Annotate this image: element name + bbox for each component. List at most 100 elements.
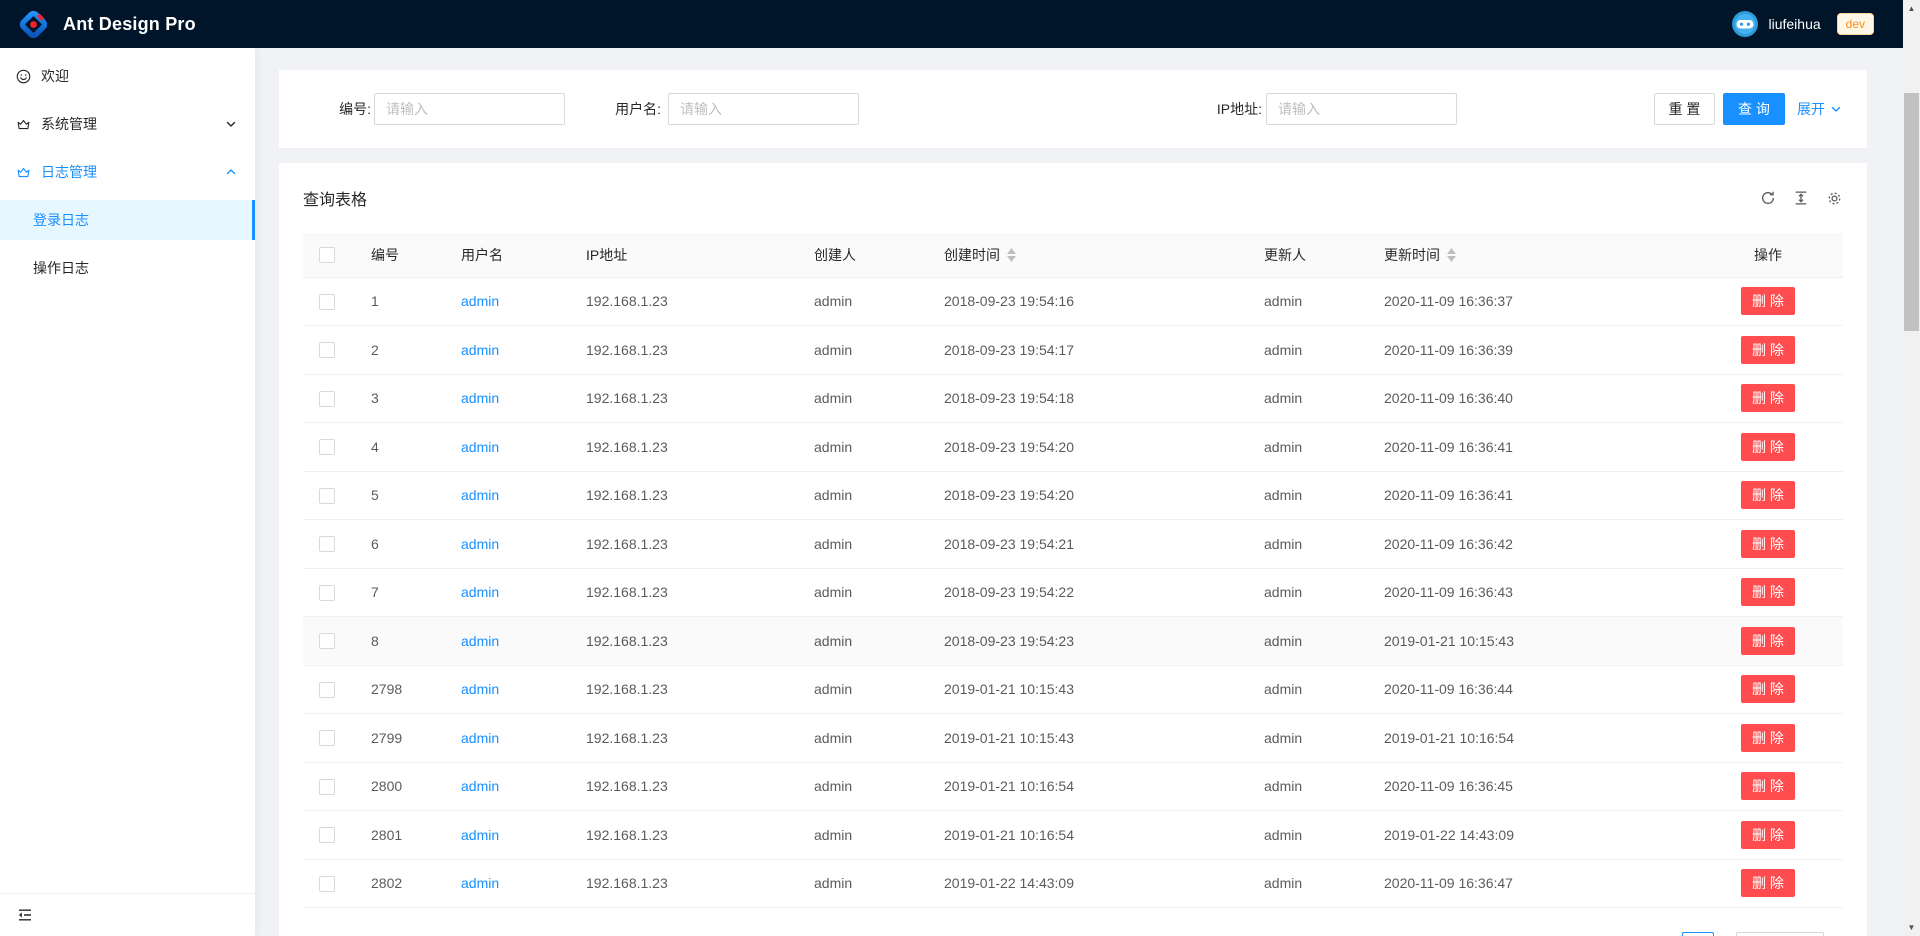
chevron-down-icon: [1830, 103, 1842, 115]
sidebar-item-system-management[interactable]: 系统管理: [0, 104, 255, 144]
delete-button[interactable]: 删 除: [1741, 772, 1795, 800]
cell-updater: admin: [1248, 617, 1368, 666]
expand-link[interactable]: 展开: [1797, 93, 1842, 125]
menu-fold-icon[interactable]: [17, 907, 33, 923]
cell-id: 1: [355, 277, 445, 326]
table-row: 7 admin 192.168.1.23 admin 2018-09-23 19…: [303, 568, 1843, 617]
delete-button[interactable]: 删 除: [1741, 578, 1795, 606]
row-checkbox[interactable]: [319, 682, 335, 698]
cell-creator: admin: [798, 811, 928, 860]
delete-button[interactable]: 删 除: [1741, 433, 1795, 461]
row-checkbox[interactable]: [319, 730, 335, 746]
cell-id: 2801: [355, 811, 445, 860]
delete-button[interactable]: 删 除: [1741, 821, 1795, 849]
cell-create-time: 2018-09-23 19:54:18: [928, 374, 1248, 423]
column-header-update-time[interactable]: 更新时间: [1368, 233, 1693, 277]
column-header-create-time[interactable]: 创建时间: [928, 233, 1248, 277]
username-link[interactable]: admin: [461, 487, 499, 503]
query-table: 编号 用户名 IP地址 创建人 创建时间 更新人 更新时: [303, 233, 1843, 908]
pagination-size-select[interactable]: [1736, 932, 1824, 936]
ip-field-label: IP地址:: [1162, 93, 1262, 125]
username-link[interactable]: admin: [461, 536, 499, 552]
sidebar-item-welcome[interactable]: 欢迎: [0, 56, 255, 96]
pagination-page-button[interactable]: [1682, 932, 1714, 936]
username-label[interactable]: liufeihua: [1768, 16, 1820, 32]
cell-ip: 192.168.1.23: [570, 811, 798, 860]
username-field-label: 用户名:: [561, 93, 661, 125]
cell-updater: admin: [1248, 714, 1368, 763]
username-link[interactable]: admin: [461, 875, 499, 891]
column-header-label: 创建时间: [944, 245, 1000, 265]
sidebar: 欢迎 系统管理 日志管理 登录日志: [0, 48, 255, 936]
row-checkbox[interactable]: [319, 633, 335, 649]
settings-gear-icon[interactable]: [1826, 190, 1843, 207]
cell-create-time: 2018-09-23 19:54:17: [928, 326, 1248, 375]
delete-button[interactable]: 删 除: [1741, 724, 1795, 752]
env-tag: dev: [1837, 13, 1874, 35]
row-checkbox[interactable]: [319, 827, 335, 843]
query-button[interactable]: 查 询: [1723, 93, 1785, 125]
reload-icon[interactable]: [1760, 190, 1776, 206]
vertical-scrollbar[interactable]: ▲ ▼: [1903, 0, 1920, 936]
row-checkbox[interactable]: [319, 876, 335, 892]
username-link[interactable]: admin: [461, 827, 499, 843]
scroll-up-arrow-icon[interactable]: ▲: [1903, 0, 1920, 17]
row-checkbox[interactable]: [319, 294, 335, 310]
scrollbar-thumb[interactable]: [1904, 93, 1919, 331]
delete-button[interactable]: 删 除: [1741, 675, 1795, 703]
row-checkbox[interactable]: [319, 391, 335, 407]
scroll-down-arrow-icon[interactable]: ▼: [1903, 919, 1920, 936]
sidebar-item-label: 登录日志: [33, 210, 252, 230]
cell-ip: 192.168.1.23: [570, 617, 798, 666]
avatar[interactable]: [1732, 11, 1758, 37]
cell-updater: admin: [1248, 277, 1368, 326]
delete-button[interactable]: 删 除: [1741, 627, 1795, 655]
cell-ip: 192.168.1.23: [570, 520, 798, 569]
cell-creator: admin: [798, 665, 928, 714]
column-header-ip: IP地址: [570, 233, 798, 277]
row-checkbox[interactable]: [319, 342, 335, 358]
username-link[interactable]: admin: [461, 778, 499, 794]
row-checkbox[interactable]: [319, 536, 335, 552]
density-icon[interactable]: [1793, 190, 1809, 206]
cell-ip: 192.168.1.23: [570, 326, 798, 375]
delete-button[interactable]: 删 除: [1741, 384, 1795, 412]
table-row: 2802 admin 192.168.1.23 admin 2019-01-22…: [303, 859, 1843, 908]
sidebar-item-login-log[interactable]: 登录日志: [0, 200, 255, 240]
sidebar-item-log-management[interactable]: 日志管理: [0, 152, 255, 192]
username-link[interactable]: admin: [461, 390, 499, 406]
delete-button[interactable]: 删 除: [1741, 869, 1795, 897]
username-link[interactable]: admin: [461, 584, 499, 600]
user-area[interactable]: liufeihua dev: [1732, 11, 1874, 37]
delete-button[interactable]: 删 除: [1741, 530, 1795, 558]
ip-field-input[interactable]: [1266, 93, 1457, 125]
column-header-updater: 更新人: [1248, 233, 1368, 277]
row-checkbox[interactable]: [319, 439, 335, 455]
username-link[interactable]: admin: [461, 633, 499, 649]
table-row: 2800 admin 192.168.1.23 admin 2019-01-21…: [303, 762, 1843, 811]
crown-icon: [16, 165, 31, 180]
id-field-input[interactable]: [374, 93, 565, 125]
select-all-checkbox[interactable]: [319, 247, 335, 263]
username-link[interactable]: admin: [461, 342, 499, 358]
delete-button[interactable]: 删 除: [1741, 287, 1795, 315]
cell-update-time: 2020-11-09 16:36:41: [1368, 471, 1693, 520]
row-checkbox[interactable]: [319, 779, 335, 795]
row-checkbox[interactable]: [319, 585, 335, 601]
cell-updater: admin: [1248, 520, 1368, 569]
username-link[interactable]: admin: [461, 293, 499, 309]
row-checkbox[interactable]: [319, 488, 335, 504]
delete-button[interactable]: 删 除: [1741, 336, 1795, 364]
cell-update-time: 2020-11-09 16:36:39: [1368, 326, 1693, 375]
reset-button[interactable]: 重 置: [1654, 93, 1715, 125]
table-row: 2799 admin 192.168.1.23 admin 2019-01-21…: [303, 714, 1843, 763]
expand-label: 展开: [1797, 93, 1825, 125]
cell-creator: admin: [798, 423, 928, 472]
username-link[interactable]: admin: [461, 730, 499, 746]
delete-button[interactable]: 删 除: [1741, 481, 1795, 509]
username-link[interactable]: admin: [461, 439, 499, 455]
username-field-input[interactable]: [668, 93, 859, 125]
username-link[interactable]: admin: [461, 681, 499, 697]
sidebar-item-operation-log[interactable]: 操作日志: [0, 248, 255, 288]
table-row: 4 admin 192.168.1.23 admin 2018-09-23 19…: [303, 423, 1843, 472]
